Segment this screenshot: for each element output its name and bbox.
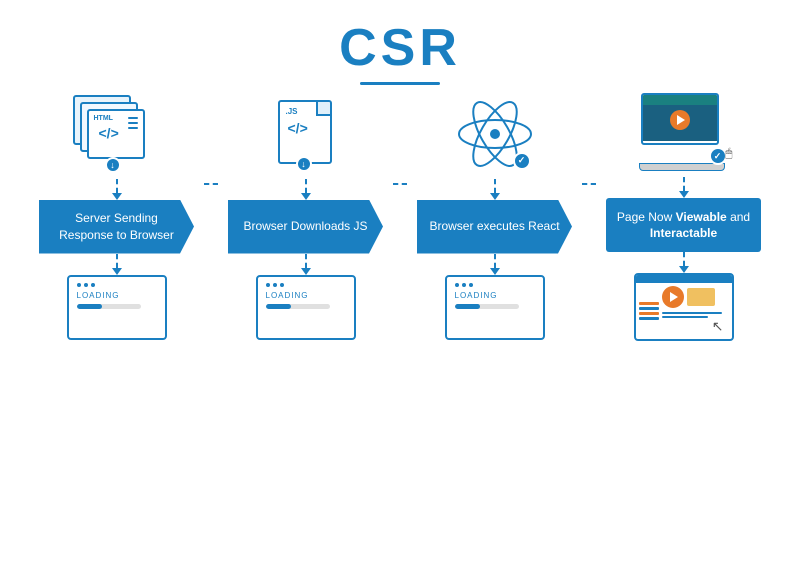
dot1 <box>455 283 459 287</box>
dot3 <box>280 283 284 287</box>
step2-screen-topbar <box>266 283 346 287</box>
text-line-1 <box>662 312 722 314</box>
step3-arrow-down <box>490 179 500 200</box>
step1-screen-topbar <box>77 283 157 287</box>
step3-screen: LOADING <box>445 275 545 340</box>
dot1 <box>77 283 81 287</box>
play-button-icon <box>662 286 684 308</box>
step1-arrow-down2 <box>112 254 122 275</box>
step4-sidebar <box>639 286 659 336</box>
step2-loading-text: LOADING <box>266 291 346 300</box>
dot3 <box>91 283 95 287</box>
step1-screen: LOADING <box>67 275 167 340</box>
sidebar-line-2 <box>639 307 659 310</box>
step4-image-placeholder <box>687 288 715 306</box>
step1-arrow-down <box>112 179 122 200</box>
title-section: CSR <box>339 18 461 85</box>
step-4: ✓ 🖱 Page Now Viewable and Interactable <box>596 87 771 341</box>
dot1 <box>266 283 270 287</box>
cursor-icon: ↖ <box>712 318 724 335</box>
step1-box: Server Sending Response to Browser <box>39 200 194 254</box>
page-title: CSR <box>339 18 461 78</box>
step-3: ✓ Browser executes React LOADING <box>407 89 582 340</box>
step3-box: Browser executes React <box>417 200 572 254</box>
title-underline <box>360 82 440 85</box>
text-line-2 <box>662 316 709 318</box>
step4-arrow-down <box>679 177 689 198</box>
play-triangle <box>670 292 678 302</box>
step4-screen: ↖ <box>634 273 734 341</box>
step3-screen-topbar <box>455 283 535 287</box>
step3-load-bar-bg <box>455 304 519 309</box>
step-2: .JS </> ↓ Browser Downloads JS <box>218 89 393 340</box>
step2-load-bar-bg <box>266 304 330 309</box>
step3-icon: ✓ <box>440 89 550 179</box>
step3-loading-text: LOADING <box>455 291 535 300</box>
sidebar-line-4 <box>639 317 659 320</box>
step2-box: Browser Downloads JS <box>228 200 383 254</box>
step2-load-bar <box>266 304 292 309</box>
sidebar-line-3 <box>639 312 659 315</box>
dot2 <box>273 283 277 287</box>
step4-icon: ✓ 🖱 <box>629 87 739 177</box>
connector3 <box>582 183 596 245</box>
step1-load-bar <box>77 304 103 309</box>
dot2 <box>462 283 466 287</box>
connector2 <box>393 183 407 245</box>
connector1 <box>204 183 218 245</box>
step1-icon: HTML </> ↓ <box>62 89 172 179</box>
step2-arrow-down2 <box>301 254 311 275</box>
dot2 <box>84 283 88 287</box>
step4-arrow-down2 <box>679 252 689 273</box>
sidebar-line-1 <box>639 302 659 305</box>
step3-arrow-down2 <box>490 254 500 275</box>
step-1: HTML </> ↓ Server Sending Response to Br… <box>29 89 204 340</box>
step2-icon: .JS </> ↓ <box>251 89 361 179</box>
step2-screen: LOADING <box>256 275 356 340</box>
step2-arrow-down <box>301 179 311 200</box>
step4-play-area <box>662 286 729 308</box>
step1-load-bar-bg <box>77 304 141 309</box>
step4-screen-topbar <box>636 275 732 283</box>
step4-box: Page Now Viewable and Interactable <box>606 198 761 252</box>
flow-diagram: HTML </> ↓ Server Sending Response to Br… <box>10 87 790 341</box>
step1-loading-text: LOADING <box>77 291 157 300</box>
step3-load-bar <box>455 304 481 309</box>
dot3 <box>469 283 473 287</box>
